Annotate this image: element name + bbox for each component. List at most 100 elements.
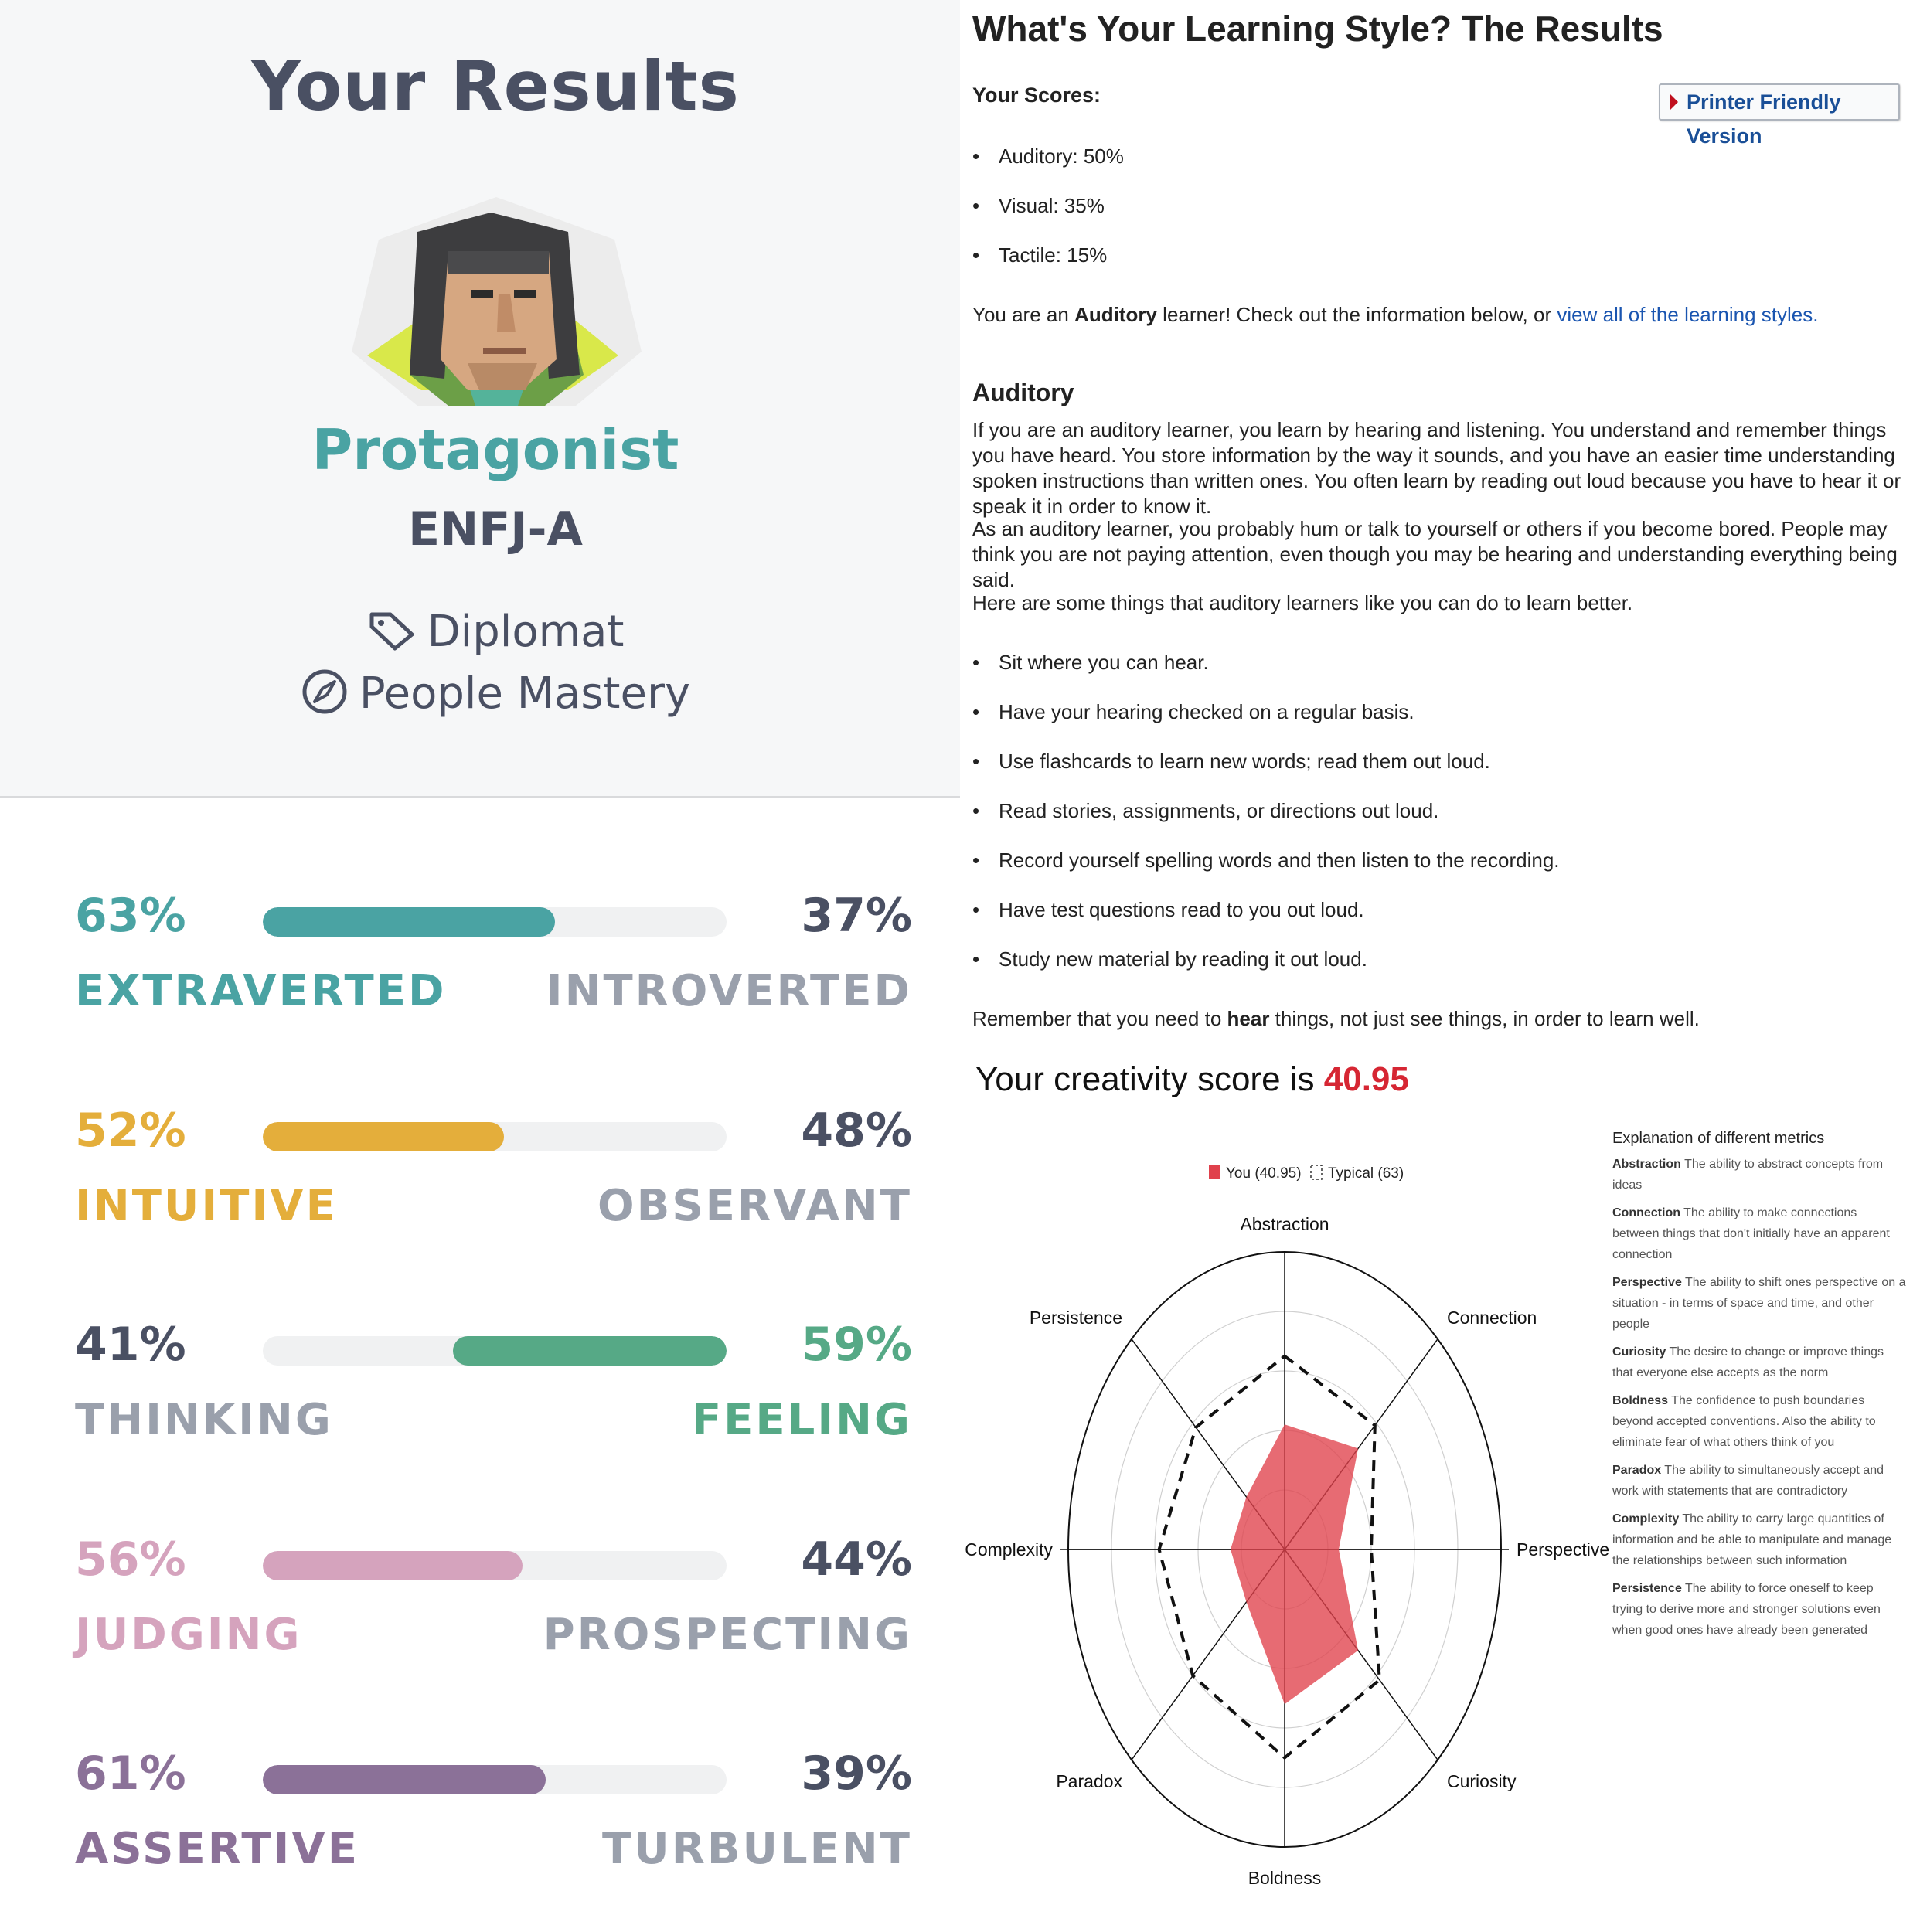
trait-identity: 61% 39% ASSERTIVE TURBULENT	[0, 1747, 960, 1932]
printer-friendly-label: Printer Friendly Version	[1687, 90, 1841, 148]
trait-bar-track	[263, 907, 727, 937]
auditory-paragraph-3: Here are some things that auditory learn…	[972, 591, 1633, 614]
role-row: Diplomat	[0, 607, 991, 657]
tip-item: Record yourself spelling words and then …	[972, 849, 1560, 872]
radar-axis-label: Connection	[1447, 1308, 1537, 1328]
radar-axis-label: Complexity	[965, 1539, 1053, 1560]
trait-mind: 52% 48% INTUITIVE OBSERVANT	[0, 1104, 960, 1289]
radar-axis-label: Persistence	[1030, 1308, 1122, 1328]
trait-right-percent: 48%	[801, 1104, 912, 1158]
radar-axis-label: Perspective	[1517, 1539, 1609, 1560]
learning-style-title: What's Your Learning Style? The Results	[972, 9, 1663, 49]
summary-text: You are an	[972, 303, 1075, 326]
metric-explanation: Complexity The ability to carry large qu…	[1612, 1509, 1906, 1571]
metric-explanation: Persistence The ability to force oneself…	[1612, 1578, 1906, 1641]
auditory-heading: Auditory	[972, 379, 1074, 406]
view-all-styles-link[interactable]: view all of the learning styles.	[1557, 303, 1818, 326]
personality-type-name: Protagonist	[311, 417, 679, 482]
compass-icon	[302, 669, 347, 714]
personality-type-code: ENFJ-A	[408, 502, 583, 556]
legend-typical-label: Typical (63)	[1328, 1165, 1404, 1182]
radar-axis-label: Paradox	[1056, 1771, 1122, 1791]
trait-bar-track	[263, 1551, 727, 1580]
metric-name: Curiosity	[1612, 1345, 1666, 1359]
protagonist-avatar	[352, 197, 642, 406]
creativity-title-text: Your creativity score is	[975, 1060, 1324, 1098]
auditory-paragraph-1: If you are an auditory learner, you lear…	[972, 418, 1901, 518]
trait-energy: 63% 37% EXTRAVERTED INTROVERTED	[0, 889, 960, 1074]
remember-text: things, not just see things, in order to…	[1269, 1007, 1700, 1030]
learner-summary: You are an Auditory learner! Check out t…	[972, 302, 1908, 328]
creativity-score-title: Your creativity score is 40.95	[975, 1060, 1409, 1099]
chart-legend: You (40.95) Typical (63)	[1209, 1165, 1404, 1182]
tag-icon	[369, 612, 414, 651]
trait-bar-fill	[263, 1551, 523, 1580]
trait-left-label: EXTRAVERTED	[75, 966, 447, 1016]
trait-bar-fill	[453, 1336, 727, 1366]
metric-explanation: Curiosity The desire to change or improv…	[1612, 1342, 1906, 1383]
metrics-explanation: Explanation of different metrics Abstrac…	[1612, 1130, 1906, 1648]
trait-bar-fill	[263, 1122, 504, 1151]
strategy-row: People Mastery	[0, 668, 991, 720]
tip-item: Use flashcards to learn new words; read …	[972, 750, 1490, 774]
learning-style-panel: What's Your Learning Style? The Results …	[960, 0, 1920, 1915]
trait-left-percent: 52%	[75, 1104, 186, 1158]
trait-right-percent: 44%	[801, 1532, 912, 1587]
radar-series	[1157, 1354, 1381, 1760]
trait-left-percent: 56%	[75, 1532, 186, 1587]
trait-right-percent: 39%	[801, 1747, 912, 1801]
legend-you-swatch	[1209, 1165, 1220, 1179]
remember-bold: hear	[1227, 1007, 1270, 1030]
creativity-score-value: 40.95	[1323, 1060, 1409, 1098]
metric-explanation: Paradox The ability to simultaneously ac…	[1612, 1460, 1906, 1502]
trait-left-label: JUDGING	[75, 1610, 302, 1660]
learner-type: Auditory	[1074, 303, 1157, 326]
personality-summary: Your Results Protagonist ENFJ-A Diplomat	[0, 0, 960, 798]
metric-name: Perspective	[1612, 1276, 1682, 1289]
metric-explanation: Connection The ability to make connectio…	[1612, 1202, 1906, 1265]
play-arrow-icon	[1670, 94, 1678, 111]
metric-name: Abstraction	[1612, 1158, 1681, 1171]
trait-left-percent: 61%	[75, 1747, 186, 1801]
score-item: Tactile: 15%	[972, 243, 1107, 267]
tip-item: Have your hearing checked on a regular b…	[972, 700, 1414, 724]
metrics-explanation-heading: Explanation of different metrics	[1612, 1130, 1825, 1147]
tip-item: Study new material by reading it out lou…	[972, 947, 1367, 971]
trait-left-percent: 63%	[75, 889, 186, 943]
creativity-radar-chart: You (40.95) Typical (63) Abstraction Conn…	[965, 1165, 1609, 1888]
summary-text: learner! Check out the information below…	[1156, 303, 1557, 326]
remember-note: Remember that you need to hear things, n…	[972, 1006, 1908, 1032]
metric-explanation: Boldness The confidence to push boundari…	[1612, 1390, 1906, 1453]
trait-bar-fill	[263, 907, 555, 937]
trait-right-label: TURBULENT	[602, 1824, 912, 1874]
metric-explanation: Abstraction The ability to abstract conc…	[1612, 1154, 1906, 1196]
radar-axis-label: Boldness	[1248, 1868, 1322, 1888]
metric-name: Boldness	[1612, 1394, 1669, 1407]
trait-bar-track	[263, 1765, 727, 1794]
metric-explanation: Perspective The ability to shift ones pe…	[1612, 1272, 1906, 1335]
score-item: Auditory: 50%	[972, 145, 1124, 168]
results-title: Your Results	[251, 46, 740, 126]
trait-right-percent: 59%	[801, 1318, 912, 1372]
legend-you-label: You (40.95)	[1226, 1165, 1302, 1182]
role-label: Diplomat	[427, 607, 625, 657]
auditory-paragraph-2: As an auditory learner, you probably hum…	[972, 517, 1898, 591]
radar-axis-label: Curiosity	[1447, 1771, 1517, 1791]
metric-name: Connection	[1612, 1206, 1680, 1219]
trait-tactics: 56% 44% JUDGING PROSPECTING	[0, 1532, 960, 1718]
trait-left-label: THINKING	[75, 1395, 333, 1445]
trait-nature: 41% 59% THINKING FEELING	[0, 1318, 960, 1503]
tip-item: Have test questions read to you out loud…	[972, 898, 1364, 922]
trait-left-percent: 41%	[75, 1318, 186, 1372]
personality-results-panel: Your Results Protagonist ENFJ-A Diplomat	[0, 0, 960, 1915]
score-item: Visual: 35%	[972, 194, 1105, 218]
scores-label: Your Scores:	[972, 83, 1101, 107]
metric-name: Persistence	[1612, 1582, 1682, 1595]
trait-right-label: INTROVERTED	[546, 966, 912, 1016]
trait-right-label: FEELING	[691, 1395, 912, 1445]
strategy-label: People Mastery	[359, 668, 691, 719]
trait-right-label: OBSERVANT	[597, 1181, 912, 1231]
printer-friendly-button[interactable]: Printer Friendly Version	[1659, 83, 1900, 148]
tip-item: Read stories, assignments, or directions…	[972, 799, 1438, 823]
trait-left-label: INTUITIVE	[75, 1181, 338, 1231]
